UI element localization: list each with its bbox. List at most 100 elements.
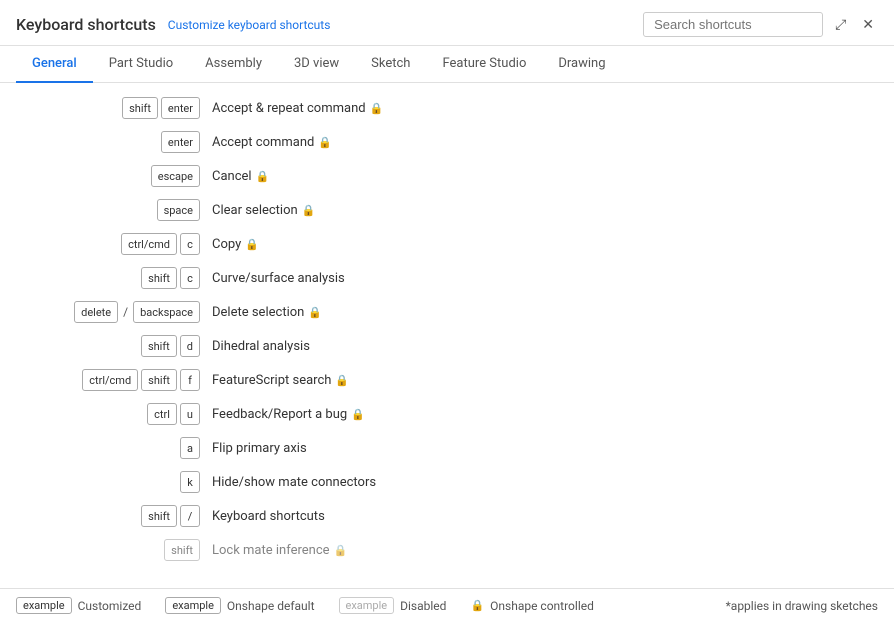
key-separator: / — [123, 305, 128, 319]
label-area: Curve/surface analysis — [212, 271, 854, 286]
keys-area: space — [0, 199, 200, 221]
lock-icon: 🔒 — [308, 306, 322, 319]
shortcut-row: delete / backspace Delete selection 🔒 — [0, 295, 894, 329]
shortcut-label: Hide/show mate connectors — [212, 475, 376, 490]
keys-area: shift d — [0, 335, 200, 357]
shortcut-label: Keyboard shortcuts — [212, 509, 325, 524]
shortcut-label: Cancel — [212, 169, 252, 184]
tab-general[interactable]: General — [16, 46, 93, 83]
customize-link[interactable]: Customize keyboard shortcuts — [168, 18, 331, 32]
lock-icon: 🔒 — [318, 136, 332, 149]
key-enter: enter — [161, 131, 200, 153]
label-area: Dihedral analysis — [212, 339, 854, 354]
key-shift: shift — [141, 335, 177, 357]
shortcut-row: shift enter Accept & repeat command 🔒 — [0, 91, 894, 125]
header: Keyboard shortcuts Customize keyboard sh… — [0, 0, 894, 46]
shortcut-label: Copy — [212, 237, 241, 252]
lock-icon: 🔒 — [370, 102, 384, 115]
shortcut-row: space Clear selection 🔒 — [0, 193, 894, 227]
keys-area: escape — [0, 165, 200, 187]
shortcut-label: FeatureScript search — [212, 373, 331, 388]
shortcut-row: escape Cancel 🔒 — [0, 159, 894, 193]
expand-button[interactable]: ⤢ — [831, 14, 850, 35]
shortcut-label: Flip primary axis — [212, 441, 307, 456]
key-shift: shift — [122, 97, 158, 119]
key-k: k — [180, 471, 200, 493]
shortcut-row: ctrl u Feedback/Report a bug 🔒 — [0, 397, 894, 431]
shortcut-row: ctrl/cmd c Copy 🔒 — [0, 227, 894, 261]
key-escape: escape — [151, 165, 200, 187]
legend-disabled-text: Disabled — [400, 599, 446, 613]
key-shift: shift — [141, 369, 177, 391]
content-area: shift enter Accept & repeat command 🔒 en… — [0, 83, 894, 588]
tab-feature-studio[interactable]: Feature Studio — [426, 46, 542, 83]
label-area: Clear selection 🔒 — [212, 203, 854, 218]
key-c: c — [180, 233, 200, 255]
key-shift: shift — [141, 267, 177, 289]
legend-default: example Onshape default — [165, 597, 314, 614]
shortcut-label: Lock mate inference — [212, 543, 330, 558]
shortcut-label: Accept & repeat command — [212, 101, 366, 116]
tab-part-studio[interactable]: Part Studio — [93, 46, 189, 83]
label-area: Delete selection 🔒 — [212, 305, 854, 320]
shortcut-label: Curve/surface analysis — [212, 271, 345, 286]
header-right: ⤢ ✕ — [643, 12, 878, 37]
label-area: Cancel 🔒 — [212, 169, 854, 184]
tab-drawing[interactable]: Drawing — [542, 46, 621, 83]
keys-area: delete / backspace — [0, 301, 200, 323]
keys-area: a — [0, 437, 200, 459]
shortcut-row: enter Accept command 🔒 — [0, 125, 894, 159]
label-area: Keyboard shortcuts — [212, 509, 854, 524]
search-input[interactable] — [643, 12, 823, 37]
tab-sketch[interactable]: Sketch — [355, 46, 426, 83]
keys-area: shift / — [0, 505, 200, 527]
legend-disabled-box: example — [339, 597, 395, 614]
label-area: FeatureScript search 🔒 — [212, 373, 854, 388]
keys-area: k — [0, 471, 200, 493]
key-enter: enter — [161, 97, 200, 119]
legend-controlled-text: Onshape controlled — [490, 599, 594, 613]
key-shift: shift — [164, 539, 200, 561]
legend-default-box: example — [165, 597, 221, 614]
lock-icon: 🔒 — [245, 238, 259, 251]
key-f: f — [180, 369, 200, 391]
lock-controlled-icon: 🔒 — [470, 599, 484, 612]
key-backspace: backspace — [133, 301, 200, 323]
shortcut-label: Accept command — [212, 135, 314, 150]
shortcut-row: ctrl/cmd shift f FeatureScript search 🔒 — [0, 363, 894, 397]
lock-icon: 🔒 — [335, 374, 349, 387]
label-area: Feedback/Report a bug 🔒 — [212, 407, 854, 422]
lock-icon: 🔒 — [334, 544, 348, 557]
shortcut-row: shift Lock mate inference 🔒 — [0, 533, 894, 567]
footer: example Customized example Onshape defau… — [0, 588, 894, 622]
shortcut-row: shift / Keyboard shortcuts — [0, 499, 894, 533]
legend-disabled: example Disabled — [339, 597, 447, 614]
tab-assembly[interactable]: Assembly — [189, 46, 278, 83]
key-delete: delete — [74, 301, 118, 323]
keys-area: enter — [0, 131, 200, 153]
keys-area: shift — [0, 539, 200, 561]
shortcut-row: shift c Curve/surface analysis — [0, 261, 894, 295]
key-u: u — [180, 403, 200, 425]
footer-note: *applies in drawing sketches — [726, 599, 878, 613]
tabs-bar: General Part Studio Assembly 3D view Ske… — [0, 46, 894, 83]
header-left: Keyboard shortcuts Customize keyboard sh… — [16, 15, 330, 34]
label-area: Copy 🔒 — [212, 237, 854, 252]
key-d: d — [180, 335, 200, 357]
lock-icon: 🔒 — [256, 170, 270, 183]
shortcut-label: Feedback/Report a bug — [212, 407, 347, 422]
key-ctrl-cmd: ctrl/cmd — [121, 233, 177, 255]
tab-3d-view[interactable]: 3D view — [278, 46, 355, 83]
label-area: Accept & repeat command 🔒 — [212, 101, 854, 116]
lock-icon: 🔒 — [302, 204, 316, 217]
key-ctrl-cmd: ctrl/cmd — [82, 369, 138, 391]
shortcut-row: k Hide/show mate connectors — [0, 465, 894, 499]
shortcut-label: Clear selection — [212, 203, 298, 218]
key-space: space — [157, 199, 200, 221]
close-button[interactable]: ✕ — [858, 14, 878, 35]
lock-icon: 🔒 — [351, 408, 365, 421]
legend-customized-text: Customized — [78, 599, 142, 613]
label-area: Hide/show mate connectors — [212, 475, 854, 490]
key-a: a — [180, 437, 200, 459]
keys-area: ctrl u — [0, 403, 200, 425]
